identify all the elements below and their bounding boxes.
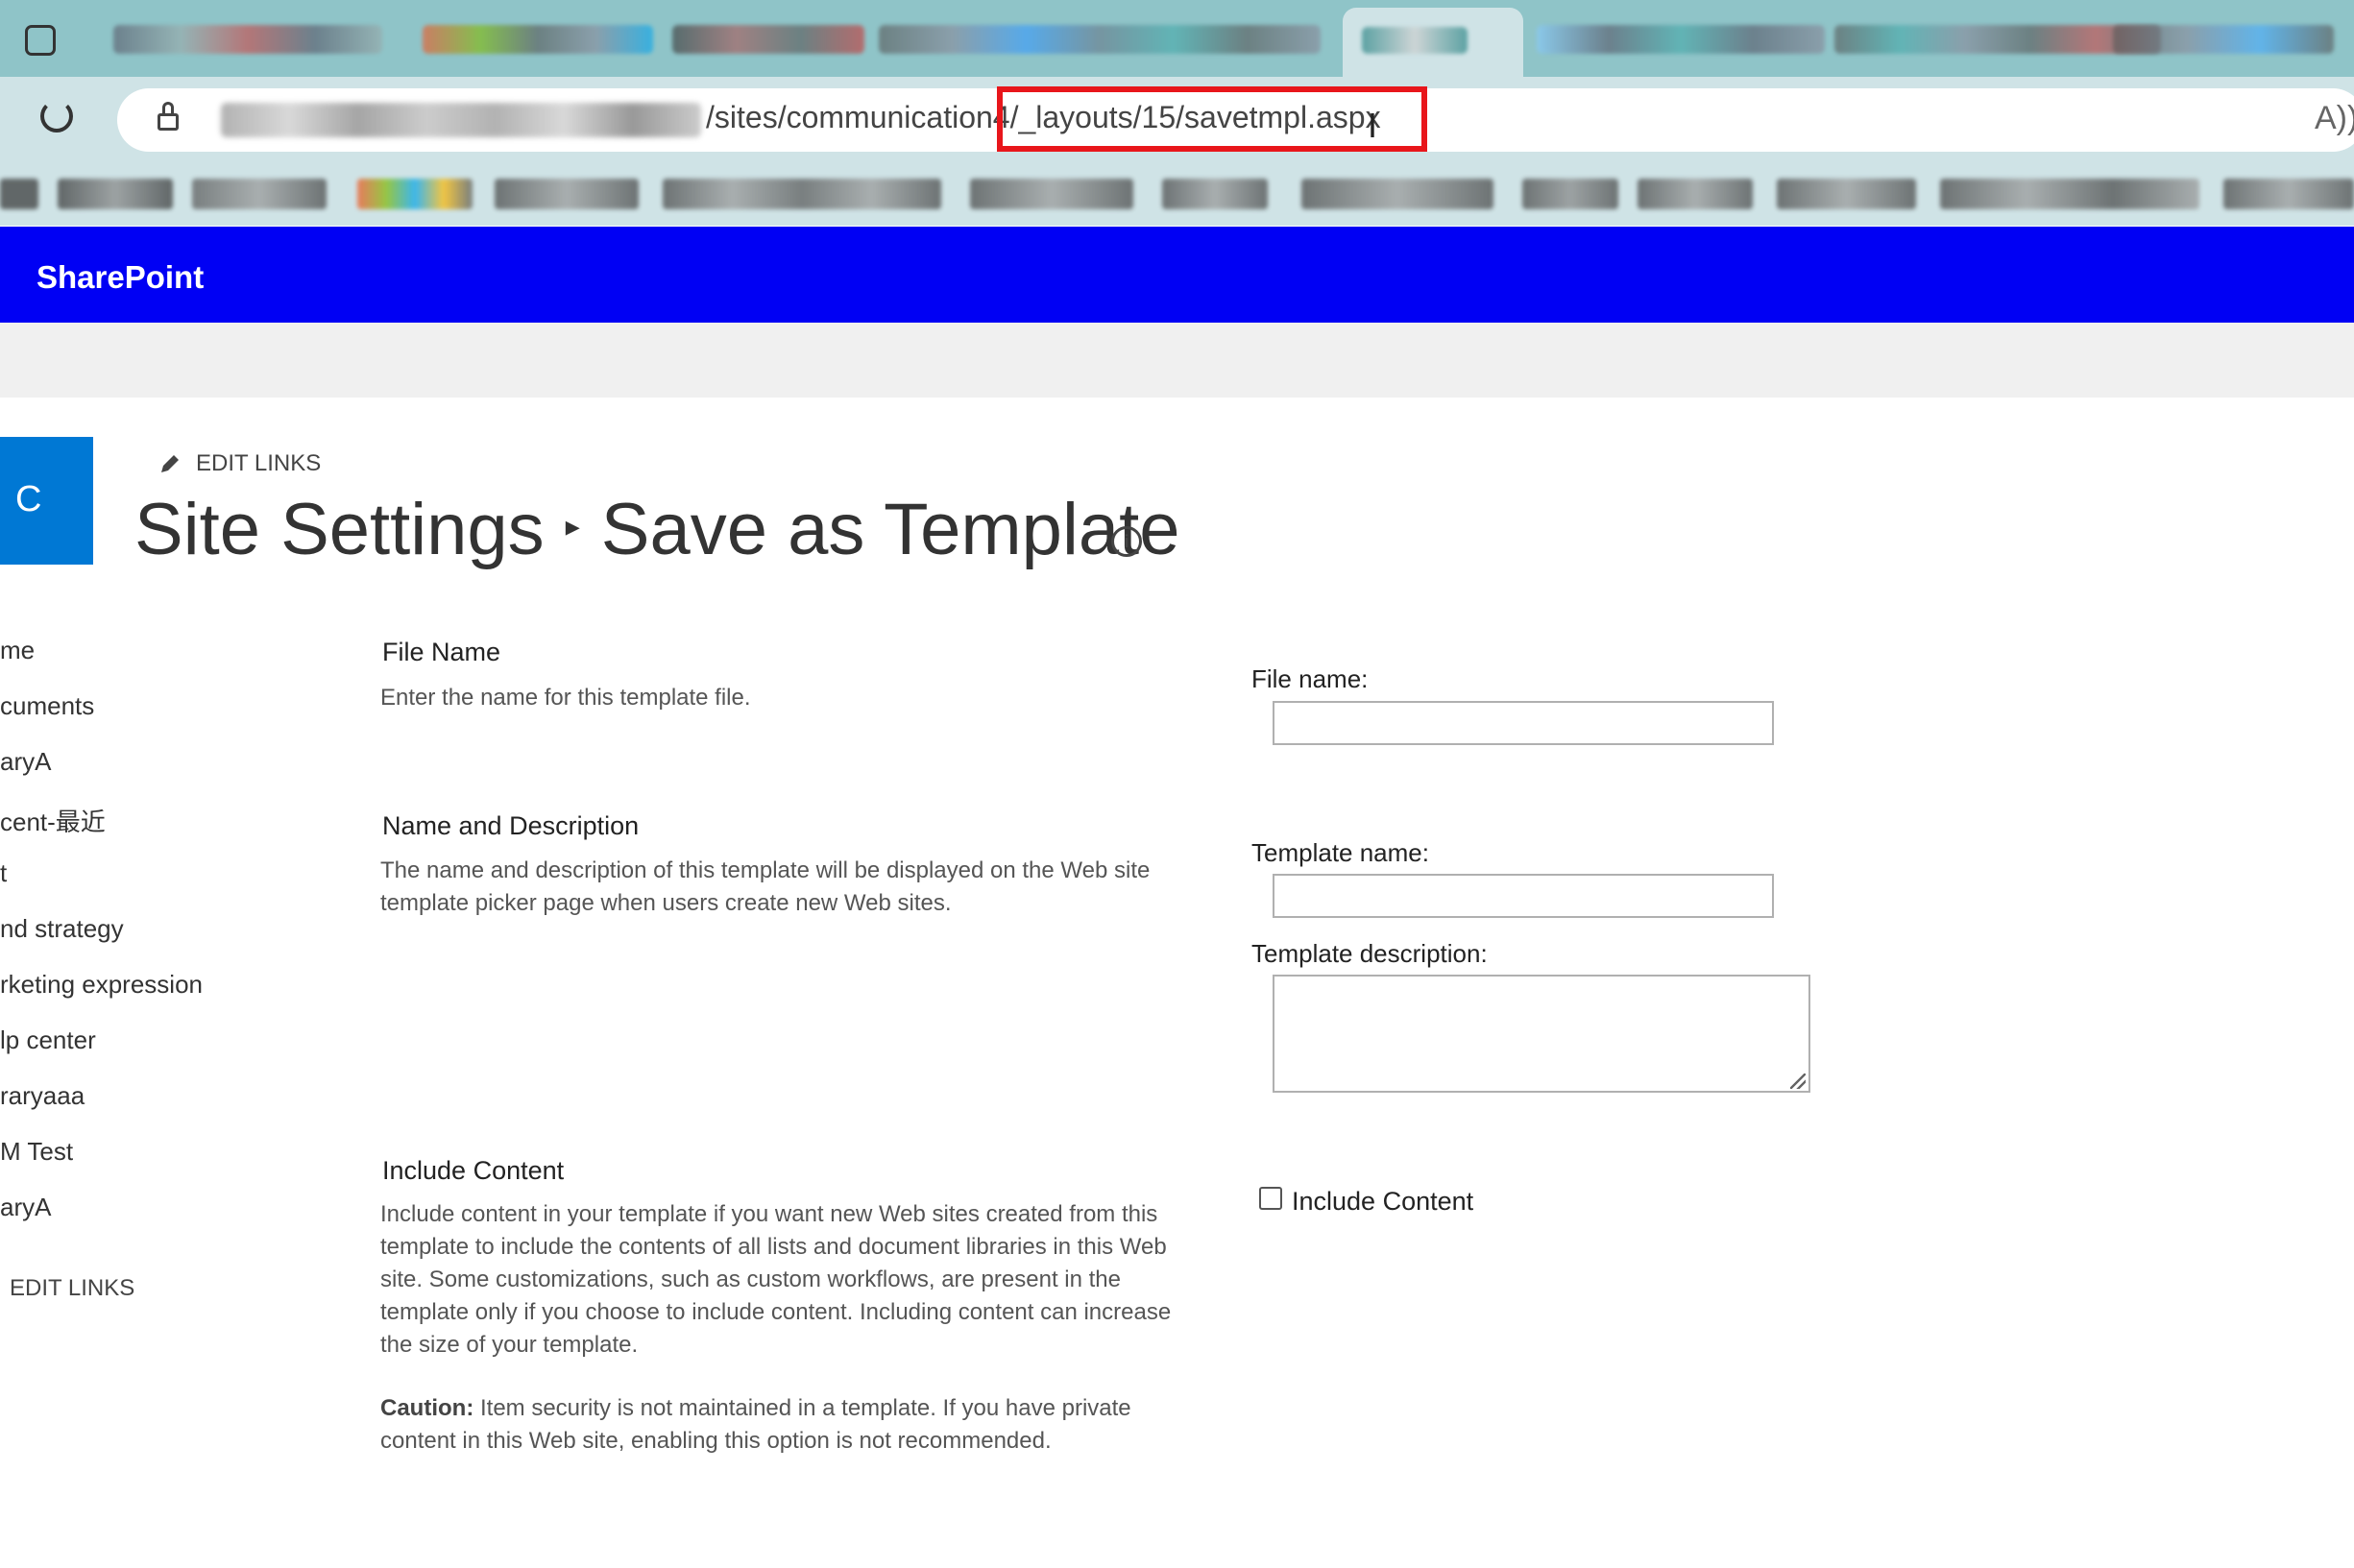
url-host-blurred (221, 103, 701, 137)
section-desc-file-name: Enter the name for this template file. (380, 685, 751, 711)
favorite-link[interactable] (1522, 179, 1618, 209)
active-tab[interactable] (1343, 8, 1523, 77)
caution-text: Item security is not maintained in a tem… (380, 1395, 1131, 1454)
favorite-link[interactable] (970, 179, 1133, 209)
nav-edit-links[interactable]: EDIT LINKS (10, 1275, 134, 1302)
template-name-label: Template name: (1251, 838, 1429, 867)
breadcrumb-current: Save as Template (600, 489, 1180, 570)
site-logo-letter: C (15, 479, 42, 519)
favorite-link[interactable] (495, 179, 639, 209)
nav-item[interactable]: aryA (0, 747, 51, 777)
sharepoint-brand-link[interactable]: SharePoint (36, 259, 204, 296)
site-logo-tile[interactable]: C (0, 437, 93, 565)
include-content-checkbox[interactable] (1259, 1187, 1282, 1210)
page-title: Site Settings ▸ Save as Template (134, 488, 1179, 571)
read-aloud-icon[interactable]: A)) (2315, 100, 2354, 137)
browser-tab[interactable] (672, 25, 864, 54)
favorite-link[interactable] (192, 179, 327, 209)
nav-item[interactable]: t (0, 858, 7, 888)
file-name-input[interactable] (1273, 701, 1774, 745)
nav-item[interactable]: nd strategy (0, 914, 124, 944)
active-tab-title (1362, 27, 1468, 54)
url-highlight-box (997, 86, 1427, 152)
tab-actions-icon[interactable] (25, 25, 56, 56)
favorite-link[interactable] (663, 179, 941, 209)
include-content-label[interactable]: Include Content (1292, 1187, 1473, 1217)
browser-tab[interactable] (113, 25, 382, 54)
favorite-link[interactable] (1162, 179, 1268, 209)
favorite-link[interactable] (1638, 179, 1753, 209)
nav-item[interactable]: lp center (0, 1025, 96, 1055)
template-description-label: Template description: (1251, 939, 1488, 968)
section-title-file-name: File Name (382, 638, 501, 666)
template-description-textarea[interactable] (1273, 975, 1810, 1093)
text-cursor-icon: I (1368, 106, 1378, 145)
template-name-input[interactable] (1273, 874, 1774, 918)
lock-shackle (162, 102, 174, 115)
edit-links-label: EDIT LINKS (196, 450, 322, 476)
browser-tab[interactable] (423, 25, 653, 54)
favorite-link[interactable] (0, 179, 38, 209)
favorite-link[interactable] (1940, 179, 2199, 209)
browser-tab-strip (0, 0, 2354, 77)
pencil-icon (161, 455, 179, 472)
suite-bar (0, 227, 2354, 323)
nav-item[interactable]: raryaaa (0, 1081, 85, 1111)
browser-tab[interactable] (1834, 25, 2161, 54)
info-icon[interactable]: i (1111, 526, 1142, 557)
favorite-link[interactable] (357, 179, 473, 209)
nav-item[interactable]: rketing expression (0, 970, 203, 1000)
browser-tab[interactable] (879, 25, 1321, 54)
nav-item[interactable]: me (0, 636, 35, 665)
section-title-include-content: Include Content (382, 1156, 565, 1185)
nav-item[interactable]: cent-最近 (0, 803, 106, 838)
ribbon-area (0, 323, 2354, 398)
nav-item[interactable]: M Test (0, 1137, 73, 1167)
refresh-icon[interactable] (40, 100, 73, 133)
nav-item[interactable]: cuments (0, 691, 94, 721)
favorite-link[interactable] (2223, 179, 2354, 209)
lock-icon[interactable] (158, 113, 179, 131)
favorite-link[interactable] (58, 179, 173, 209)
section-desc-name-description: The name and description of this templat… (380, 857, 1151, 916)
caution-label: Caution: (380, 1395, 474, 1421)
nav-item[interactable]: aryA (0, 1193, 51, 1222)
file-name-label: File name: (1251, 664, 1369, 693)
browser-tab[interactable] (1537, 25, 1825, 54)
textarea-resize-grip[interactable] (1790, 1073, 1806, 1089)
breadcrumb-parent[interactable]: Site Settings (134, 489, 545, 570)
section-title-name-description: Name and Description (382, 811, 640, 840)
section-desc-include-content: Include content in your template if you … (380, 1201, 1172, 1358)
breadcrumb-separator-icon: ▸ (565, 511, 580, 543)
caution-note: Caution: Item security is not maintained… (380, 1392, 1206, 1458)
favorite-link[interactable] (1777, 179, 1916, 209)
favorite-link[interactable] (1301, 179, 1493, 209)
browser-tab[interactable] (2113, 25, 2334, 54)
